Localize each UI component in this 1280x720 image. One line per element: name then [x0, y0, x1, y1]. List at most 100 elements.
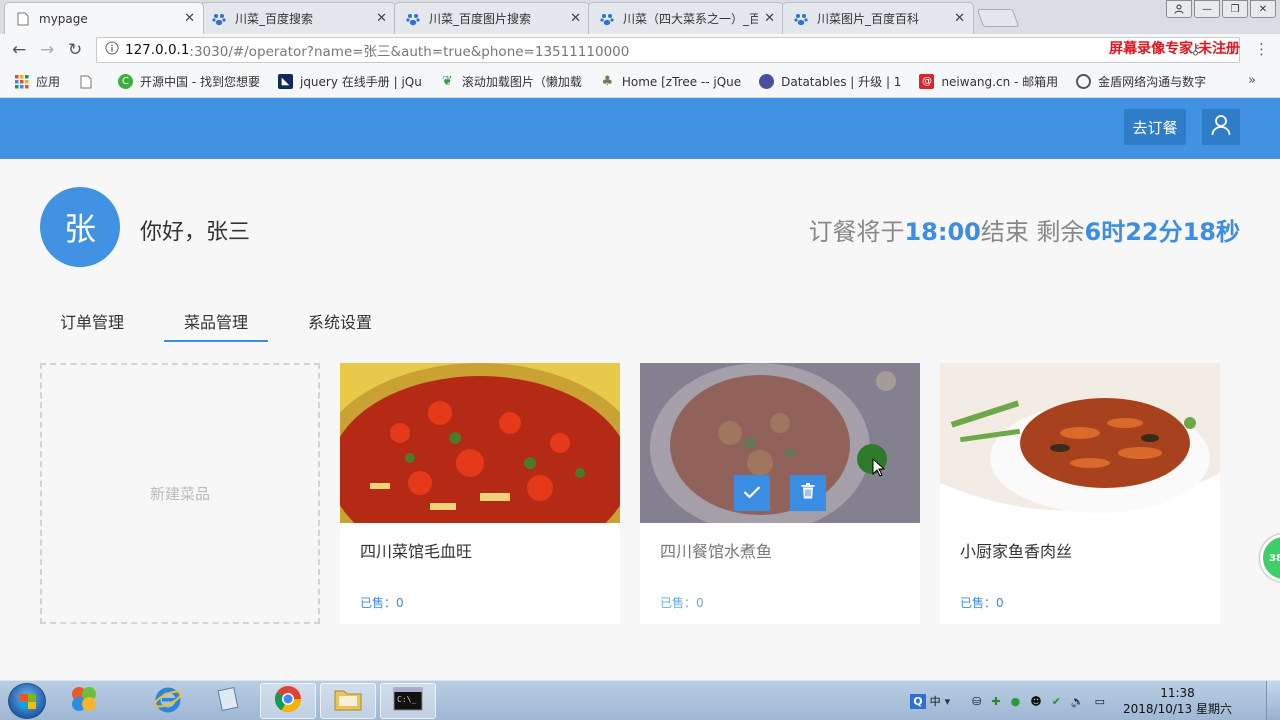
- quick-launch-app[interactable]: [56, 683, 112, 719]
- usb-icon[interactable]: ⛁: [972, 695, 981, 708]
- browser-tab-baike-images[interactable]: 川菜图片_百度百科 ✕: [782, 2, 974, 34]
- bookmark-label: Home [zTree -- jQue: [621, 74, 742, 89]
- delete-button[interactable]: [790, 475, 826, 511]
- notepad-taskbar-button[interactable]: [200, 683, 256, 719]
- menu-dots-icon[interactable]: ⋮: [1254, 40, 1269, 58]
- tab-system-settings[interactable]: 系统设置: [288, 300, 392, 342]
- countdown-end-time: 18:00: [904, 218, 981, 246]
- apps-icon: [14, 74, 29, 89]
- tab-title: 川菜图片_百度百科: [817, 12, 920, 26]
- trash-icon: [801, 483, 815, 503]
- new-tab-button[interactable]: [976, 9, 1020, 27]
- plus-shield-icon[interactable]: ✚: [991, 695, 1000, 708]
- dish-card-hovered[interactable]: 四川餐馆水煮鱼 已售：0: [640, 363, 920, 624]
- close-icon[interactable]: ✕: [954, 11, 965, 26]
- tab-dish-management[interactable]: 菜品管理: [164, 300, 268, 342]
- close-icon[interactable]: ✕: [570, 11, 581, 26]
- close-icon[interactable]: ✕: [184, 11, 195, 26]
- browser-toolbar: ← → ↻ 127.0.0.1:3030/#/operator?name=张三&…: [0, 34, 1280, 66]
- bookmark-datatables[interactable]: Datatables | 升级 | 1: [759, 73, 901, 90]
- ie-taskbar-button[interactable]: [140, 683, 196, 719]
- bookmark-label: 应用: [36, 75, 61, 89]
- management-tabs: 订单管理 菜品管理 系统设置: [40, 300, 412, 342]
- bookmark-apps[interactable]: 应用: [14, 73, 60, 90]
- countdown-remaining: 6时22分18秒: [1084, 218, 1241, 246]
- dish-card[interactable]: 四川菜馆毛血旺 已售：0: [340, 363, 620, 624]
- baidu-paw-icon: [793, 11, 809, 27]
- restore-icon[interactable]: ❐: [1222, 0, 1248, 18]
- go-order-button[interactable]: 去订餐: [1124, 109, 1186, 145]
- tab-order-management[interactable]: 订单管理: [40, 300, 144, 342]
- bookmark-page[interactable]: [78, 74, 100, 89]
- ztree-icon: ♣: [601, 74, 614, 89]
- qq-icon[interactable]: ☻: [1030, 695, 1041, 708]
- browser-tab-baidu-search[interactable]: 川菜_百度搜索 ✕: [200, 2, 396, 34]
- url-path: :3030/#/operator?name=张三&auth=true&phone…: [189, 44, 630, 60]
- reload-icon[interactable]: ↻: [68, 40, 82, 60]
- qq-input-icon[interactable]: Q: [910, 693, 926, 709]
- volume-icon[interactable]: 🔈: [1071, 695, 1085, 708]
- globe-icon: [1076, 74, 1092, 89]
- countdown-middle: 结束 剩余: [980, 218, 1085, 246]
- bookmark-lazyload[interactable]: ❦ 滚动加载图片（懒加载: [440, 73, 582, 90]
- start-button[interactable]: [8, 683, 46, 719]
- bookmark-label: 开源中国 - 找到您想要: [140, 75, 260, 89]
- bookmark-jquery[interactable]: ◣ jquery 在线手册 | jQu: [277, 73, 422, 90]
- avatar: 张: [40, 187, 120, 267]
- show-desktop-button[interactable]: [1266, 681, 1280, 720]
- forward-arrow-icon[interactable]: →: [40, 40, 54, 60]
- taskbar-clock[interactable]: 11:38 2018/10/13 星期六: [1123, 685, 1232, 717]
- profile-icon[interactable]: [1166, 0, 1192, 18]
- ime-dropdown-icon[interactable]: ▾: [945, 695, 951, 708]
- explorer-taskbar-button[interactable]: [320, 683, 376, 719]
- network-icon[interactable]: ▭: [1095, 695, 1105, 708]
- dish-sold-count: 已售：0: [660, 596, 704, 610]
- confirm-button[interactable]: [734, 475, 770, 511]
- floating-badge[interactable]: 38: [1260, 534, 1280, 582]
- browser-tab-baidu-image[interactable]: 川菜_百度图片搜索 ✕: [394, 2, 590, 34]
- new-dish-card[interactable]: 新建菜品: [40, 363, 320, 624]
- notepad-icon: [214, 685, 242, 717]
- terminal-icon: C:\_: [393, 687, 423, 715]
- window-close-icon[interactable]: ✕: [1250, 0, 1276, 18]
- bookmark-label: 滚动加载图片（懒加载: [461, 75, 582, 89]
- dish-sold-count: 已售：0: [360, 596, 404, 610]
- colorful-app-icon: [69, 684, 99, 718]
- tab-title: 川菜_百度搜索: [235, 12, 314, 26]
- mail-icon: @: [919, 74, 935, 89]
- windows-taskbar: C:\_ Q 中 ▾ ⛁ ✚ ● ☻ ✔ 🔈 ▭ 11:38 2018/10/1…: [0, 680, 1280, 720]
- datatables-icon: [759, 74, 775, 89]
- wechat-icon[interactable]: ●: [1011, 695, 1021, 708]
- bookmark-ztree[interactable]: ♣ Home [zTree -- jQue: [600, 74, 742, 89]
- bookmark-jindun[interactable]: 金盾网络沟通与数字: [1076, 73, 1206, 90]
- bookmark-label: neiwang.cn - 邮箱用: [941, 75, 1059, 89]
- browser-tab-baidu-baike[interactable]: 川菜（四大菜系之一）_百 ✕: [588, 2, 784, 34]
- tab-title: mypage: [39, 11, 88, 26]
- chrome-taskbar-button[interactable]: [260, 683, 316, 719]
- browser-tab-mypage[interactable]: mypage ✕: [4, 2, 204, 34]
- bookmark-neiwang[interactable]: @ neiwang.cn - 邮箱用: [919, 73, 1058, 90]
- leaf-icon: ❦: [441, 74, 453, 89]
- close-icon[interactable]: ✕: [376, 11, 387, 26]
- info-icon[interactable]: [105, 41, 119, 59]
- clock-date: 2018/10/13 星期六: [1123, 702, 1232, 716]
- dish-card[interactable]: 小厨家鱼香肉丝 已售：0: [940, 363, 1220, 624]
- internet-explorer-icon: [153, 684, 183, 718]
- security-shield-icon[interactable]: ✔: [1052, 695, 1061, 708]
- close-icon[interactable]: ✕: [764, 11, 775, 26]
- back-arrow-icon[interactable]: ←: [12, 40, 26, 60]
- minimize-icon[interactable]: —: [1194, 0, 1220, 18]
- bookmark-oschina[interactable]: C 开源中国 - 找到您想要: [118, 73, 260, 90]
- address-bar[interactable]: 127.0.0.1:3030/#/operator?name=张三&auth=t…: [96, 37, 1240, 63]
- dish-name: 四川餐馆水煮鱼: [660, 542, 773, 561]
- bookmark-label: jquery 在线手册 | jQu: [299, 75, 422, 89]
- bookmarks-overflow-icon[interactable]: »: [1248, 73, 1256, 88]
- user-button[interactable]: [1202, 109, 1240, 145]
- bookmark-label: 金盾网络沟通与数字: [1098, 75, 1207, 89]
- ime-indicator[interactable]: 中: [930, 693, 941, 709]
- dish-name: 四川菜馆毛血旺: [360, 542, 473, 561]
- browser-tabstrip: mypage ✕ 川菜_百度搜索 ✕ 川菜_百度图片搜索 ✕ 川菜（四大菜系之一…: [0, 0, 1280, 34]
- cmd-taskbar-button[interactable]: C:\_: [380, 683, 436, 719]
- dish-photo: [940, 363, 1220, 523]
- svg-text:C:\_: C:\_: [397, 695, 416, 704]
